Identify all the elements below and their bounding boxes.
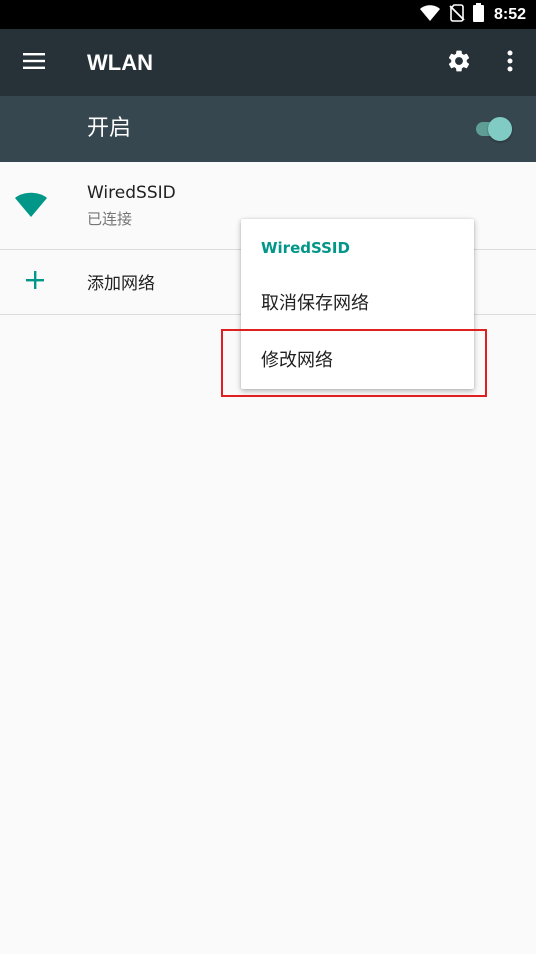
battery-icon — [472, 3, 484, 26]
switch-label: 开启 — [87, 116, 132, 141]
menu-icon — [23, 53, 45, 73]
settings-button[interactable] — [437, 41, 481, 85]
page-title: WLAN — [87, 50, 153, 75]
app-toolbar: WLAN — [0, 29, 536, 96]
status-bar: 8:52 — [0, 0, 536, 29]
menu-item-label: 取消保存网络 — [261, 293, 369, 314]
wifi-signal-icon — [419, 4, 441, 26]
wlan-switch-bar[interactable]: 开启 — [0, 96, 536, 162]
network-name: WiredSSID — [87, 183, 176, 203]
network-context-menu: WiredSSID 取消保存网络 修改网络 — [241, 219, 474, 389]
popup-title: WiredSSID — [261, 239, 350, 257]
network-status: 已连接 — [87, 210, 133, 228]
gear-icon — [446, 48, 472, 78]
screen: 8:52 WLAN 开启 WiredSSID 已连接 添加网络 WiredSSI… — [0, 0, 536, 954]
switch-thumb — [488, 117, 512, 141]
status-icons: 8:52 — [419, 0, 526, 29]
plus-icon — [24, 269, 46, 291]
no-sim-icon — [449, 3, 465, 26]
modify-network-menu-item[interactable]: 修改网络 — [241, 333, 474, 389]
wifi-full-icon — [14, 192, 48, 218]
overflow-menu-button[interactable] — [488, 41, 532, 85]
menu-button[interactable] — [12, 41, 56, 85]
menu-item-label: 修改网络 — [261, 350, 333, 371]
status-time: 8:52 — [493, 5, 526, 23]
forget-network-menu-item[interactable]: 取消保存网络 — [241, 276, 474, 332]
add-network-label: 添加网络 — [87, 274, 155, 294]
overflow-icon — [507, 50, 513, 76]
wlan-toggle[interactable] — [474, 115, 516, 143]
